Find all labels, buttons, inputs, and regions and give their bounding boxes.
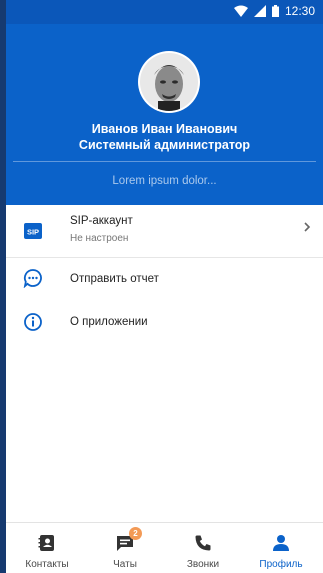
app-container: 12:30 Иванов Иван Иванович Системный адм… [6,0,323,573]
nav-contacts-label: Контакты [25,559,69,570]
status-bar: 12:30 [6,0,323,24]
header-divider [13,161,316,162]
profile-icon [273,535,289,551]
nav-chats-label: Чаты [113,559,137,570]
menu-item-about[interactable]: О приложении [6,306,323,354]
menu-item-send-report[interactable]: Отправить отчет [6,258,323,306]
sip-account-status: Не настроен [70,233,129,244]
profile-bio-field[interactable]: Lorem ipsum dolor... [6,175,323,187]
chats-badge: 2 [129,527,142,540]
screen: 12:30 Иванов Иван Иванович Системный адм… [0,0,323,573]
sip-icon: SIP [24,223,42,239]
profile-role: Системный администратор [78,138,251,152]
nav-calls[interactable]: Звонки [164,529,242,573]
avatar[interactable] [138,51,200,113]
avatar-image [140,53,198,111]
info-icon [24,313,42,331]
contacts-icon [38,535,54,551]
profile-name: Иванов Иван Иванович [91,122,238,136]
chevron-right-icon [304,222,311,232]
profile-menu: SIP SIP-аккаунт Не настроен Отправить от… [6,205,323,354]
nav-profile[interactable]: Профиль [242,529,320,573]
send-report-label: Отправить отчет [70,273,159,285]
nav-contacts[interactable]: Контакты [8,529,86,573]
about-label: О приложении [70,316,148,328]
status-time: 12:30 [284,4,315,18]
sip-icon-text: SIP [27,228,39,237]
sip-account-title: SIP-аккаунт [70,215,133,227]
nav-chats[interactable]: 2 Чаты [86,527,164,573]
bottom-navigation: Контакты 2 Чаты Звонки Профиль [6,522,323,573]
profile-header: Иванов Иван Иванович Системный администр… [6,24,323,205]
signal-icon [253,5,266,17]
battery-icon [271,5,279,17]
wifi-icon [233,5,248,17]
status-icons: 12:30 [233,4,315,18]
phone-icon [195,535,211,551]
report-icon [23,269,42,288]
nav-calls-label: Звонки [186,559,220,570]
menu-item-sip-account[interactable]: SIP SIP-аккаунт Не настроен [6,205,323,258]
nav-profile-label: Профиль [259,559,303,570]
